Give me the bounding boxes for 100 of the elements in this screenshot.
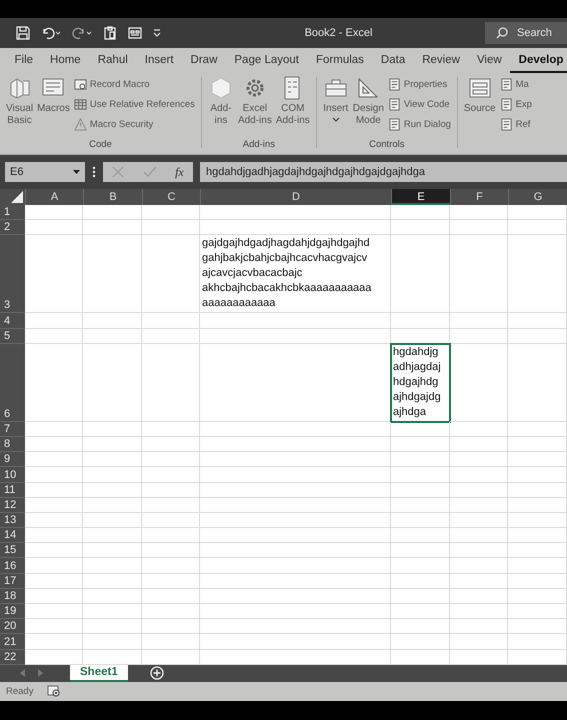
row-header[interactable]: 21 <box>0 634 25 650</box>
empty-cell[interactable] <box>508 482 567 498</box>
row-header[interactable]: 14 <box>0 528 25 544</box>
customize-caret-icon[interactable] <box>152 28 162 38</box>
empty-cell[interactable] <box>83 634 142 650</box>
empty-cell[interactable] <box>142 543 200 558</box>
empty-cell[interactable] <box>391 235 450 314</box>
empty-cell[interactable] <box>391 588 450 604</box>
empty-cell[interactable] <box>450 344 508 422</box>
empty-cell[interactable] <box>200 619 391 634</box>
empty-cell[interactable] <box>450 422 508 437</box>
empty-cell[interactable] <box>142 467 200 482</box>
ribbon-button[interactable]: Ma <box>498 75 534 93</box>
ribbon-tab[interactable]: View <box>468 48 510 73</box>
empty-cell[interactable] <box>508 452 567 468</box>
check-icon[interactable] <box>142 166 157 178</box>
row-header[interactable]: 13 <box>0 512 25 528</box>
empty-cell[interactable] <box>391 482 450 498</box>
ribbon-button[interactable]: Excel Add-ins <box>236 75 274 139</box>
sheet-tab[interactable]: Sheet1 <box>70 664 128 682</box>
ribbon-button[interactable]: View Code <box>386 95 453 113</box>
more-options-icon[interactable] <box>92 166 96 178</box>
empty-cell[interactable] <box>200 498 391 513</box>
ribbon-button[interactable]: Add- ins <box>206 75 236 139</box>
empty-cell[interactable] <box>508 588 567 604</box>
empty-cell[interactable] <box>450 452 508 468</box>
row-header[interactable]: 12 <box>0 498 25 513</box>
empty-cell[interactable] <box>142 512 200 528</box>
macro-record-icon[interactable] <box>47 685 62 698</box>
empty-cell[interactable] <box>508 558 567 574</box>
empty-cell[interactable] <box>200 634 391 650</box>
ribbon-button[interactable]: Macro Security <box>72 115 197 133</box>
row-header[interactable]: 4 <box>0 313 25 329</box>
empty-cell[interactable] <box>391 205 450 220</box>
empty-cell[interactable] <box>83 498 142 513</box>
empty-cell[interactable] <box>200 422 391 437</box>
empty-cell[interactable] <box>391 558 450 574</box>
empty-cell[interactable] <box>200 528 391 544</box>
empty-cell[interactable] <box>200 543 391 558</box>
ribbon-button[interactable]: Design Mode <box>350 75 386 139</box>
empty-cell[interactable] <box>508 422 567 437</box>
ribbon-button[interactable]: Visual Basic <box>4 75 36 139</box>
empty-cell[interactable] <box>391 574 450 589</box>
row-header[interactable]: 9 <box>0 452 25 468</box>
empty-cell[interactable] <box>508 619 567 634</box>
search-field[interactable]: Search <box>485 22 567 44</box>
empty-cell[interactable] <box>450 543 508 558</box>
empty-cell[interactable] <box>142 498 200 513</box>
empty-cell[interactable] <box>83 574 142 589</box>
empty-cell[interactable] <box>508 436 567 452</box>
empty-cell[interactable] <box>83 220 142 236</box>
scroll-right-icon[interactable] <box>38 669 44 678</box>
empty-cell[interactable] <box>200 205 391 220</box>
empty-cell[interactable] <box>508 328 567 344</box>
empty-cell[interactable] <box>83 604 142 620</box>
empty-cell[interactable] <box>508 235 567 314</box>
empty-cell[interactable] <box>391 498 450 513</box>
table-cell[interactable]: gajdgajhdgadjhagdahjdgajhdgajhd gahjbakjcbahjcbajhcacvhacgvajcv ajcavcjacvbacacbajc akhcbajhcbacakhcbkaaaaaaaaaaa aaaaaaaaaaaa <box>200 235 391 314</box>
empty-cell[interactable] <box>508 344 567 422</box>
add-sheet-icon[interactable] <box>150 666 164 680</box>
clipboard-icon[interactable] <box>102 25 118 41</box>
ribbon-tab[interactable]: Formulas <box>307 48 372 73</box>
empty-cell[interactable] <box>508 574 567 589</box>
empty-cell[interactable] <box>450 604 508 620</box>
empty-cell[interactable] <box>391 634 450 650</box>
row-header[interactable]: 10 <box>0 467 25 482</box>
insert-function-button[interactable]: fx <box>175 164 184 180</box>
empty-cell[interactable] <box>391 422 450 437</box>
ribbon-button[interactable]: Macros <box>35 75 72 139</box>
empty-cell[interactable] <box>83 588 142 604</box>
formula-field[interactable]: hgdahdjgadhjagdajhdgajhdgajhdgajdgajhdga <box>200 162 567 182</box>
ribbon-button[interactable]: Source <box>462 75 498 154</box>
ribbon-tab[interactable]: Insert <box>136 48 182 73</box>
empty-cell[interactable] <box>391 467 450 482</box>
save-icon[interactable] <box>15 25 31 41</box>
empty-cell[interactable] <box>83 543 142 558</box>
row-header[interactable]: 6 <box>0 344 25 422</box>
ribbon-button[interactable]: Ref <box>498 115 534 133</box>
empty-cell[interactable] <box>391 528 450 544</box>
empty-cell[interactable] <box>391 543 450 558</box>
row-header[interactable]: 5 <box>0 328 25 344</box>
search-input[interactable]: Search <box>517 27 561 39</box>
empty-cell[interactable] <box>450 619 508 634</box>
empty-cell[interactable] <box>391 436 450 452</box>
ribbon-button[interactable]: Properties <box>386 75 453 93</box>
column-header[interactable]: G <box>508 189 567 205</box>
empty-cell[interactable] <box>200 558 391 574</box>
empty-cell[interactable] <box>142 235 200 314</box>
ribbon-tab[interactable]: Rahul <box>89 48 136 73</box>
empty-cell[interactable] <box>142 574 200 589</box>
ribbon-button[interactable]: Exp <box>498 95 534 113</box>
ribbon-button[interactable]: Record Macro <box>72 75 197 93</box>
empty-cell[interactable] <box>508 205 567 220</box>
empty-cell[interactable] <box>142 422 200 437</box>
row-header[interactable]: 3 <box>0 235 25 314</box>
empty-cell[interactable] <box>450 205 508 220</box>
empty-cell[interactable] <box>450 328 508 344</box>
table-cell[interactable]: hgdahdjg adhjagdaj hdgajhdg ajhdgajdg ajhdga <box>391 344 450 422</box>
empty-cell[interactable] <box>142 313 200 329</box>
empty-cell[interactable] <box>200 436 391 452</box>
